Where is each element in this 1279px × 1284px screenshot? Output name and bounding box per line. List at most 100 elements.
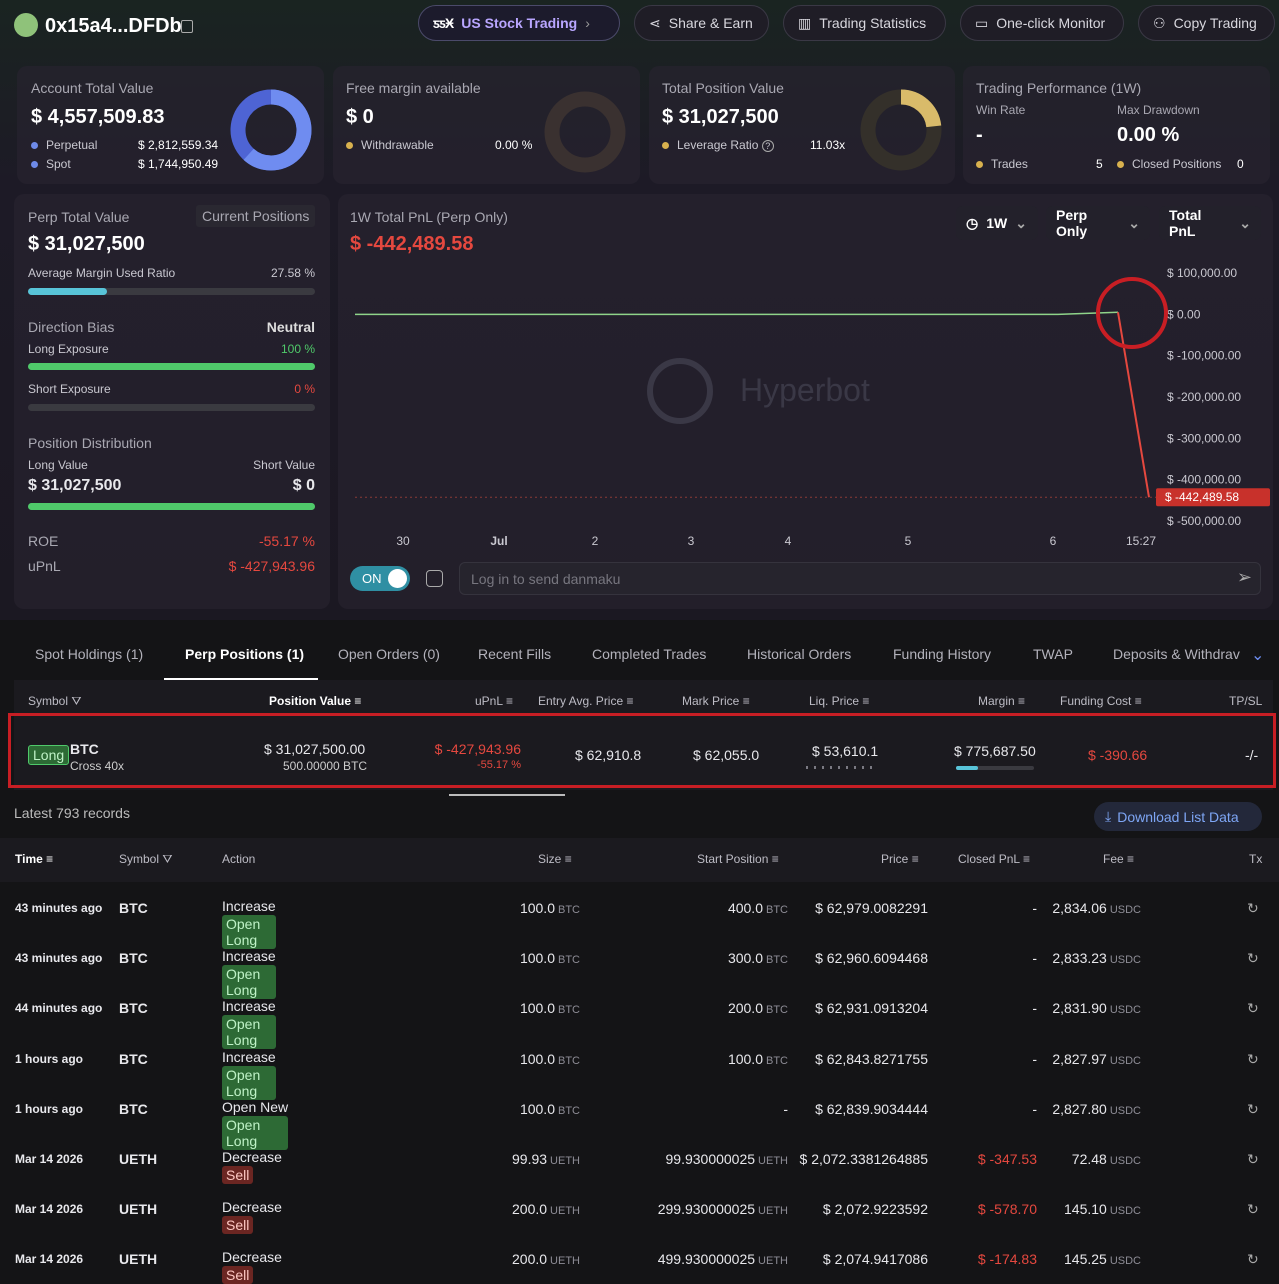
row-action: Open Long Increase — [222, 898, 276, 949]
external-link-icon[interactable]: ↻ — [1247, 1251, 1259, 1268]
table-row[interactable]: 44 minutes ago BTC Open Long Increase 100.0… — [0, 983, 1279, 1050]
table-row[interactable]: Mar 14 2026 UETH Sell Decrease 99.93 UETH 99.… — [0, 1134, 1279, 1184]
external-link-icon[interactable]: ↻ — [1247, 1151, 1259, 1168]
tab-deposits-withdrav[interactable]: Deposits & Withdrav — [1113, 646, 1240, 662]
danmaku-placeholder: Log in to send danmaku — [471, 571, 621, 587]
row-symbol[interactable]: BTC — [119, 1101, 148, 1117]
row-start: - — [783, 1100, 788, 1117]
external-link-icon[interactable]: ↻ — [1247, 1051, 1259, 1068]
row-symbol[interactable]: BTC — [119, 1000, 148, 1016]
tab-perp-positions-1[interactable]: Perp Positions (1) — [185, 646, 304, 662]
period-select[interactable]: ◷ 1W ⌄ — [956, 206, 1038, 240]
metric-label: Total PnL — [1169, 207, 1202, 239]
last-value-label: $ -442,489.58 — [1165, 490, 1239, 504]
action-detail: Increase — [222, 998, 276, 1015]
wallet-address[interactable]: 0x15a4...DFDb — [45, 15, 182, 38]
position-symbol[interactable]: BTC — [70, 741, 99, 757]
records-header-bg — [0, 838, 1279, 882]
row-symbol[interactable]: BTC — [119, 1051, 148, 1067]
position-row-highlight[interactable] — [8, 713, 1276, 788]
settings-icon[interactable] — [426, 570, 443, 587]
tab-spot-holdings-1[interactable]: Spot Holdings (1) — [35, 646, 143, 662]
send-icon[interactable]: ➢ — [1237, 567, 1252, 588]
external-link-icon[interactable]: ↻ — [1247, 1000, 1259, 1017]
danmaku-input[interactable]: Log in to send danmaku ➢ — [459, 562, 1261, 595]
help-icon[interactable]: ? — [761, 140, 774, 152]
scope-select[interactable]: Perp Only ⌄ — [1046, 206, 1150, 240]
table-row[interactable]: 43 minutes ago BTC Open Long Increase 100.0… — [0, 933, 1279, 1000]
copy-icon[interactable] — [181, 20, 193, 33]
download-button[interactable]: ⤓ Download List Data — [1094, 802, 1262, 831]
table-row[interactable]: Mar 14 2026 UETH Sell Decrease 200.0 UETH 499… — [0, 1234, 1279, 1284]
header-position-value[interactable]: Position Value ≡ — [269, 694, 361, 708]
rec-header-price[interactable]: Price ≡ — [881, 852, 919, 866]
rec-header-fee[interactable]: Fee ≡ — [1103, 852, 1134, 866]
pnl-line-positive — [355, 311, 1119, 316]
rec-header-size[interactable]: Size ≡ — [538, 852, 572, 866]
external-link-icon[interactable]: ↻ — [1247, 900, 1259, 917]
table-row[interactable]: 1 hours ago BTC Open Long Open New 100.0 BTC… — [0, 1084, 1279, 1150]
metric-select[interactable]: Total PnL ⌄ — [1159, 206, 1261, 240]
funding-cost-cell: $ -390.66 — [1088, 747, 1148, 763]
external-link-icon[interactable]: ↻ — [1247, 1101, 1259, 1118]
row-size: 200.0 UETH — [512, 1251, 580, 1268]
tab-twap[interactable]: TWAP — [1033, 646, 1073, 662]
rec-header-pnl[interactable]: Closed PnL ≡ — [958, 852, 1030, 866]
tab-more-chevron-icon[interactable]: ⌄ — [1251, 645, 1264, 665]
records-count: Latest 793 records — [14, 805, 130, 821]
table-row[interactable]: Mar 14 2026 UETH Sell Decrease 200.0 UETH 299… — [0, 1184, 1279, 1235]
header-upnl-label: uPnL — [475, 694, 503, 708]
rec-header-symbol[interactable]: Symbol ⛛ — [119, 852, 172, 867]
trading-statistics-button[interactable]: ▥ Trading Statistics — [783, 5, 946, 41]
sort-icon: ≡ — [626, 694, 634, 708]
filter-icon[interactable]: ⛛ — [71, 694, 81, 708]
rec-size-label: Size — [538, 852, 562, 866]
sort-icon: ≡ — [771, 852, 779, 866]
row-symbol[interactable]: UETH — [119, 1151, 157, 1167]
rec-header-time[interactable]: Time ≡ — [15, 852, 53, 866]
account-value: $ 4,557,509.83 — [31, 106, 165, 128]
bias-label: Direction Bias — [28, 319, 115, 335]
scroll-indicator[interactable] — [449, 794, 565, 796]
row-symbol[interactable]: UETH — [119, 1251, 157, 1267]
rec-header-start[interactable]: Start Position ≡ — [697, 852, 779, 866]
row-symbol[interactable]: UETH — [119, 1201, 157, 1217]
external-link-icon[interactable]: ↻ — [1247, 1201, 1259, 1218]
header-entry[interactable]: Entry Avg. Price ≡ — [538, 694, 634, 708]
header-liq[interactable]: Liq. Price ≡ — [809, 694, 869, 708]
toggle-switch[interactable]: ON — [350, 566, 410, 591]
action-detail: Increase — [222, 948, 276, 965]
header-upnl[interactable]: uPnL ≡ — [475, 694, 513, 708]
row-symbol[interactable]: BTC — [119, 900, 148, 916]
long-exposure-value: 100 % — [280, 342, 315, 356]
tab-historical-orders[interactable]: Historical Orders — [747, 646, 851, 662]
closed-value: 0 — [1237, 157, 1244, 171]
tab-completed-trades[interactable]: Completed Trades — [592, 646, 706, 662]
header-margin[interactable]: Margin ≡ — [978, 694, 1025, 708]
row-pnl: - — [1032, 1000, 1037, 1017]
header-mark[interactable]: Mark Price ≡ — [682, 694, 750, 708]
external-link-icon[interactable]: ↻ — [1247, 950, 1259, 967]
tab-recent-fills[interactable]: Recent Fills — [478, 646, 551, 662]
statistics-icon: ▥ — [798, 14, 812, 31]
current-positions-button[interactable]: Current Positions — [196, 205, 316, 227]
row-start: 100.0 BTC — [727, 1050, 788, 1067]
position-upnl-pct: -55.17 % — [476, 759, 521, 771]
row-symbol[interactable]: BTC — [119, 950, 148, 966]
y-tick-label: $ -100,000.00 — [1167, 349, 1241, 363]
table-row[interactable]: 43 minutes ago BTC Open Long Increase 100.0… — [0, 883, 1279, 949]
one-click-monitor-button[interactable]: ▭ One-click Monitor — [960, 5, 1124, 41]
filter-icon: ⛛ — [162, 852, 173, 866]
tab-funding-history[interactable]: Funding History — [893, 646, 991, 662]
tab-open-orders-0[interactable]: Open Orders (0) — [338, 646, 440, 662]
header-funding[interactable]: Funding Cost ≡ — [1060, 694, 1142, 708]
sort-icon: ≡ — [1022, 852, 1030, 866]
copy-trading-button[interactable]: ⚇ Copy Trading — [1138, 5, 1275, 41]
tpsl-cell[interactable]: -/- — [1245, 747, 1258, 763]
share-earn-button[interactable]: ⋖ Share & Earn — [634, 5, 769, 41]
table-row[interactable]: 1 hours ago BTC Open Long Increase 100.0 BTC… — [0, 1034, 1279, 1100]
long-exposure-bar — [28, 363, 315, 370]
account-title: Account Total Value — [31, 80, 154, 96]
sort-icon: ≡ — [354, 694, 362, 708]
us-stock-trading-button[interactable]: ƽƽӾ US Stock Trading › — [418, 5, 620, 41]
